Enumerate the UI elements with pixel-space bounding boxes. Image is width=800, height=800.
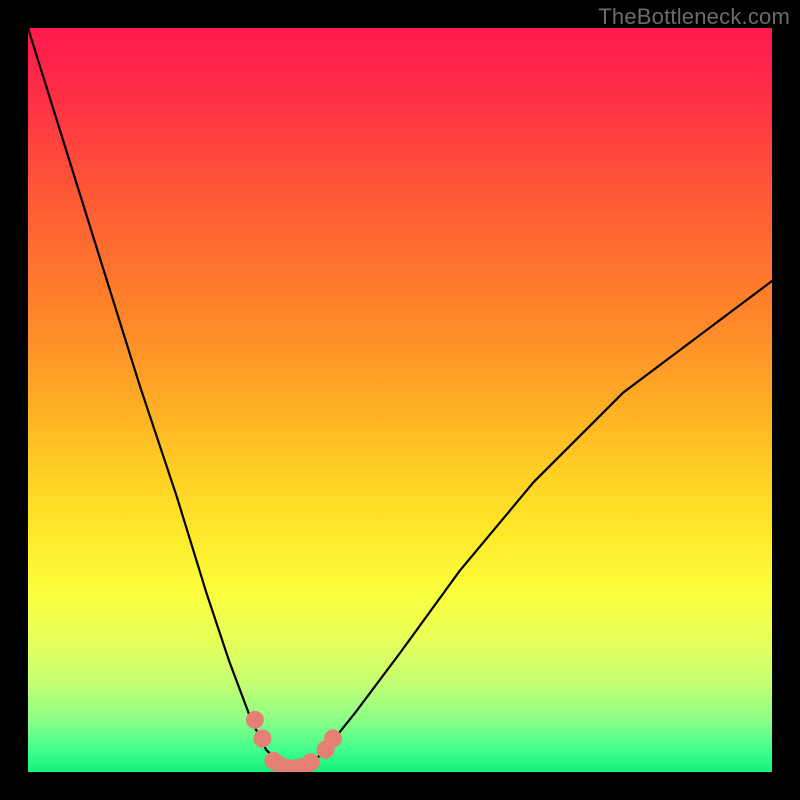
- watermark-text: TheBottleneck.com: [598, 4, 790, 30]
- curve-marker: [324, 730, 342, 748]
- curve-marker: [302, 753, 320, 771]
- bottleneck-curve-svg: [28, 28, 772, 772]
- curve-marker: [246, 711, 264, 729]
- chart-frame: TheBottleneck.com: [0, 0, 800, 800]
- curve-markers: [246, 711, 342, 772]
- plot-area: [28, 28, 772, 772]
- curve-marker: [253, 730, 271, 748]
- curve-group: [28, 28, 772, 772]
- bottleneck-curve: [28, 28, 772, 768]
